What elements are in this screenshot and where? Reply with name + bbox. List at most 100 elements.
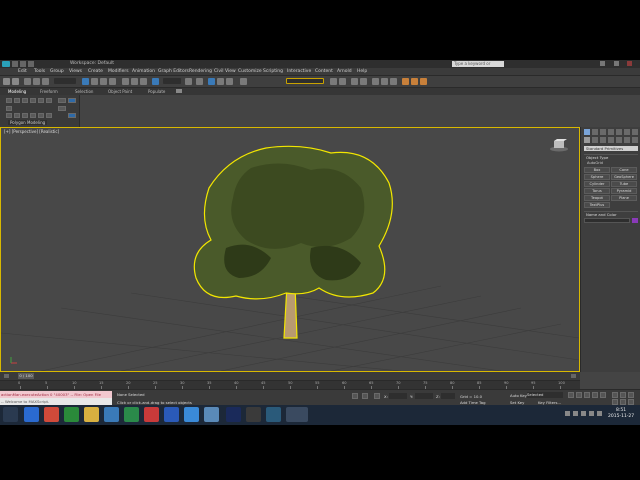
rendered-frame-window-icon[interactable] [411, 78, 418, 85]
helpers-category-icon[interactable] [616, 137, 622, 143]
named-selection-set-input[interactable] [286, 78, 324, 84]
new-file-icon[interactable] [12, 61, 18, 67]
ribbon-tool-6-icon[interactable] [46, 98, 52, 103]
pivot-center-icon[interactable] [185, 78, 192, 85]
ribbon-tool-13-icon[interactable] [46, 113, 52, 118]
mirror-icon[interactable] [330, 78, 337, 85]
menu-help[interactable]: Help [357, 69, 367, 74]
isolate-selection-icon[interactable] [352, 393, 358, 399]
app-logo-icon[interactable] [2, 61, 10, 67]
unlink-icon[interactable] [33, 78, 40, 85]
next-frame-icon[interactable] [571, 374, 576, 378]
start-icon[interactable] [3, 407, 18, 422]
ribbon-group-polygon-modeling[interactable]: Polygon Modeling [8, 120, 48, 125]
auto-key-button[interactable]: Auto Key [510, 393, 527, 398]
primitive-type-dropdown[interactable]: Standard Primitives [584, 146, 638, 151]
menu-rendering[interactable]: Rendering [189, 69, 212, 74]
window-crossing-icon[interactable] [109, 78, 116, 85]
time-slider-thumb[interactable]: 0 / 100 [18, 373, 34, 379]
place-icon[interactable] [152, 78, 159, 85]
volume-icon[interactable] [589, 411, 594, 416]
create-tab-icon[interactable] [584, 129, 590, 135]
menu-graph-editors[interactable]: Graph Editors [158, 69, 189, 74]
menu-edit[interactable]: Edit [18, 69, 27, 74]
app-blue-icon[interactable] [104, 407, 119, 422]
next-frame-icon[interactable] [592, 392, 598, 398]
systems-category-icon[interactable] [632, 137, 638, 143]
ribbon-tool-9-icon[interactable] [14, 113, 20, 118]
ribbon-options-icon[interactable] [176, 89, 182, 93]
modify-tab-icon[interactable] [592, 129, 598, 135]
coord-z-field[interactable] [441, 393, 455, 399]
align-icon[interactable] [339, 78, 346, 85]
app-lightblue-icon[interactable] [184, 407, 199, 422]
absolute-mode-icon[interactable] [374, 393, 380, 399]
cameras-category-icon[interactable] [608, 137, 614, 143]
coord-y-field[interactable] [415, 393, 433, 399]
ribbon-tool-4-icon[interactable] [30, 98, 36, 103]
ribbon-tool-8-icon[interactable] [6, 113, 12, 118]
ribbon-tool-10-icon[interactable] [22, 113, 28, 118]
network-icon[interactable] [581, 411, 586, 416]
tube-button[interactable]: Tube [611, 181, 637, 187]
maximize-icon[interactable] [614, 61, 619, 66]
ribbon-tool-12-icon[interactable] [38, 113, 44, 118]
ribbon-tool-3-icon[interactable] [22, 98, 28, 103]
coord-x-field[interactable] [389, 393, 407, 399]
textplus-button[interactable]: TextPlus [584, 202, 610, 208]
time-slider[interactable]: 0 / 100 [0, 372, 580, 380]
edit-named-selection-icon[interactable] [240, 78, 247, 85]
menu-customize[interactable]: Customize [238, 69, 262, 74]
menu-arnold[interactable]: Arnold [337, 69, 352, 74]
close-icon[interactable] [627, 61, 632, 66]
ribbon-tool-2-icon[interactable] [14, 98, 20, 103]
ribbon-tool-5-icon[interactable] [38, 98, 44, 103]
workspace-selector[interactable]: Workspace: Default [70, 61, 114, 66]
ribbon-tool-11-icon[interactable] [30, 113, 36, 118]
photoshop-icon[interactable] [226, 407, 241, 422]
menu-scripting[interactable]: Scripting [263, 69, 283, 74]
tab-freeform[interactable]: Freeform [40, 89, 58, 94]
menu-group[interactable]: Group [50, 69, 64, 74]
ribbon-tool-16-icon[interactable] [58, 106, 66, 111]
tab-object-paint[interactable]: Object Paint [108, 89, 132, 94]
section-name-and-color[interactable]: Name and Color [584, 211, 638, 217]
chrome-icon[interactable] [44, 407, 59, 422]
menu-create[interactable]: Create [88, 69, 103, 74]
pan-icon[interactable] [628, 392, 634, 398]
toggle-scene-explorer-icon[interactable] [351, 78, 358, 85]
render-production-icon[interactable] [420, 78, 427, 85]
box-button[interactable]: Box [584, 167, 610, 173]
percent-snap-icon[interactable] [226, 78, 233, 85]
plane-button[interactable]: Plane [611, 195, 637, 201]
selection-filter-dropdown[interactable] [54, 78, 76, 84]
spacewarps-category-icon[interactable] [624, 137, 630, 143]
curve-editor-icon[interactable] [372, 78, 379, 85]
tab-modeling[interactable]: Modeling [8, 89, 26, 94]
geosphere-button[interactable]: GeoSphere [611, 174, 637, 180]
menu-modifiers[interactable]: Modifiers [108, 69, 129, 74]
track-bar[interactable]: 0 5 10 15 20 25 30 35 40 45 50 55 60 65 70 75 80 85 90 95 10… [0, 380, 580, 389]
menu-content[interactable]: Content [315, 69, 333, 74]
menu-interactive[interactable]: Interactive [287, 69, 311, 74]
sphere-button[interactable]: Sphere [584, 174, 610, 180]
section-object-type[interactable]: Object Type [584, 154, 638, 160]
render-setup-icon[interactable] [402, 78, 409, 85]
rotate-icon[interactable] [131, 78, 138, 85]
perspective-viewport[interactable]: [+] [Perspective] [Realistic] [0, 127, 580, 372]
language-icon[interactable] [597, 411, 602, 416]
ribbon-tool-15-icon[interactable] [68, 98, 76, 103]
search-input[interactable]: Type a keyword or phrase [452, 61, 504, 72]
tray-icon-1[interactable] [565, 411, 570, 416]
link-icon[interactable] [24, 78, 31, 85]
pdf-icon[interactable] [144, 407, 159, 422]
ribbon-tool-14-icon[interactable] [58, 98, 66, 103]
ribbon-tool-1-icon[interactable] [6, 98, 12, 103]
zoom-icon[interactable] [612, 392, 618, 398]
ribbon-tool-17-icon[interactable] [68, 113, 76, 118]
select-object-icon[interactable] [82, 78, 89, 85]
autogrid-checkbox[interactable]: AutoGrid [587, 161, 603, 165]
tray-icon-2[interactable] [573, 411, 578, 416]
pyramid-button[interactable]: Pyramid [611, 188, 637, 194]
go-to-end-icon[interactable] [600, 392, 606, 398]
